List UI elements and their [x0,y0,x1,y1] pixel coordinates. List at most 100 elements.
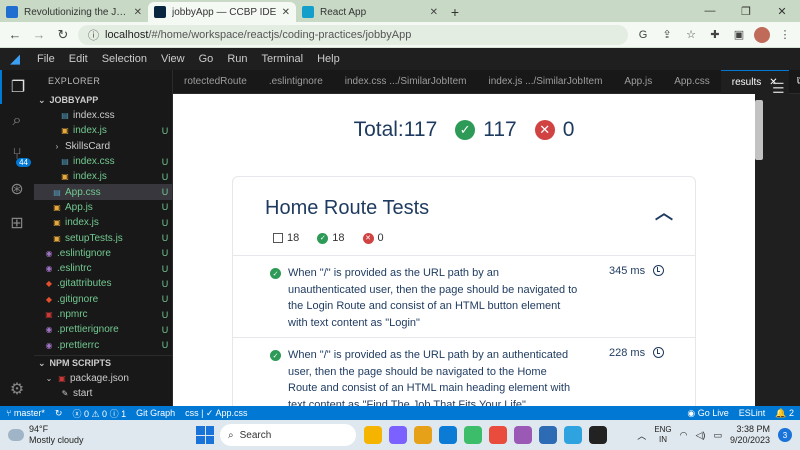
browser-tab-1[interactable]: jobbyApp — CCBP IDE ✕ [148,2,296,22]
file-row[interactable]: ▤ index.css U [34,154,172,169]
settings-gear-icon[interactable]: ⚙ [0,372,34,406]
project-section-header[interactable]: ⌄ JOBBYAPP [34,92,172,108]
editor-tab[interactable]: .eslintignore [258,70,334,94]
file-row[interactable]: ◉ .eslintignore U [34,246,172,261]
menu-help[interactable]: Help [310,53,347,65]
close-window-icon[interactable]: ✕ [764,0,800,22]
browser-tab-0[interactable]: Revolutionizing the Job Market | ✕ [0,2,148,22]
file-row[interactable]: ◉ .eslintrc U [34,261,172,276]
volume-icon[interactable]: ◁) [696,430,706,441]
notification-badge[interactable]: 3 [778,428,792,442]
file-row[interactable]: ▤ index.css [34,108,172,123]
taskbar-app-icon[interactable] [414,426,432,444]
back-icon[interactable]: ← [6,27,24,42]
google-icon[interactable]: G [634,29,652,41]
more-menu-icon[interactable]: ⋮ [776,28,794,41]
file-row[interactable]: ◉ .prettierrc U [34,337,172,352]
side-panel-icon[interactable]: ▣ [730,28,748,41]
menu-run[interactable]: Run [220,53,254,65]
menu-selection[interactable]: Selection [95,53,154,65]
extensions-icon[interactable]: ✚ [706,28,724,41]
taskbar-clock[interactable]: 3:38 PM 9/20/2023 [730,424,770,446]
taskbar-app-icon[interactable] [539,426,557,444]
weather-widget[interactable]: 94°F Mostly cloudy [0,424,150,446]
close-tab-icon[interactable]: ✕ [282,7,290,18]
eslint-status[interactable]: ESLint [739,408,766,419]
language-status[interactable]: css | ✓ App.css [185,408,247,419]
test-duration: 228 ms [609,347,646,359]
taskbar-app-icon[interactable] [514,426,532,444]
taskbar-search[interactable]: ⌕ Search [220,424,356,446]
reload-icon[interactable]: ↻ [54,27,72,43]
file-row[interactable]: › SkillsCard [34,139,172,154]
menu-edit[interactable]: Edit [62,53,95,65]
menu-go[interactable]: Go [192,53,221,65]
share-icon[interactable]: ⇪ [658,28,676,41]
windows-start-icon[interactable] [196,426,214,444]
taskbar-app-icon[interactable] [389,426,407,444]
run-debug-icon[interactable]: ⊛ [0,172,34,206]
file-row[interactable]: ◆ .gitignore U [34,292,172,307]
bookmark-star-icon[interactable]: ☆ [682,28,700,41]
split-editor-icon[interactable]: ⧉ [789,75,800,88]
site-info-icon[interactable]: ⓘ [88,27,99,43]
file-row[interactable]: ▣ index.js U [34,123,172,138]
taskbar-app-icon[interactable] [464,426,482,444]
editor-tab[interactable]: App.js [613,70,663,94]
file-row[interactable]: ▣ index.js U [34,169,172,184]
file-row[interactable]: ▣ App.js U [34,200,172,215]
file-row[interactable]: ▣ setupTests.js U [34,230,172,245]
menu-view[interactable]: View [154,53,192,65]
menu-terminal[interactable]: Terminal [255,53,311,65]
file-name: index.js [73,125,107,137]
file-row[interactable]: ▤ App.css U [34,184,172,200]
close-tab-icon[interactable]: ✕ [134,7,142,18]
branch-status[interactable]: ⑂ master* [6,408,45,418]
results-scrollbar[interactable] [755,100,763,160]
npm-scripts-header[interactable]: ⌄ NPM SCRIPTS [34,354,172,371]
browser-tab-2[interactable]: React App ✕ [296,2,444,22]
profile-avatar[interactable] [754,26,770,43]
problems-status[interactable]: ⓧ 0 ⚠ 0 ⓘ 1 [72,407,126,420]
npm-item-start[interactable]: ✎ start [34,386,172,401]
file-row[interactable]: ▣ .npmrc U [34,307,172,322]
taskbar-app-icon[interactable] [589,426,607,444]
source-control-icon[interactable]: ⑂ 44 [0,138,34,172]
toggle-panel-icon[interactable]: ☰ [772,80,785,97]
tray-chevron-icon[interactable]: ︿ [637,429,646,442]
taskbar-app-icon[interactable] [364,426,382,444]
file-row[interactable]: ▣ index.js U [34,215,172,230]
search-icon[interactable]: ⌕ [0,104,34,138]
git-graph-status[interactable]: Git Graph [136,408,175,418]
new-tab-button[interactable]: + [444,2,466,22]
url-input[interactable]: ⓘ localhost/#/home/workspace/reactjs/cod… [78,24,628,45]
battery-icon[interactable]: ▭ [713,430,722,441]
close-tab-icon[interactable]: ✕ [430,7,438,18]
editor-tab[interactable]: index.css .../SimilarJobItem [334,70,478,94]
file-name: .npmrc [57,309,88,320]
go-live-button[interactable]: ◉ Go Live [687,408,728,419]
file-row[interactable]: ◉ .prettierignore U [34,322,172,337]
restore-icon[interactable]: ❐ [728,0,764,22]
taskbar-app-icon[interactable] [564,426,582,444]
file-row[interactable]: ◆ .gitattributes U [34,276,172,291]
notifications-status[interactable]: 🔔 2 [775,408,794,419]
menu-file[interactable]: File [30,53,62,65]
taskbar-app-icon[interactable] [439,426,457,444]
explorer-files-icon[interactable]: ❐ [0,70,34,104]
file-name: .eslintrc [57,263,92,275]
editor-tab[interactable]: App.css [663,70,721,94]
extensions-blocks-icon[interactable]: ⊞ [0,206,34,240]
npm-file-icon: ▣ [45,310,53,319]
language-indicator[interactable]: ENG IN [654,425,671,445]
editor-tab[interactable]: index.js .../SimilarJobItem [477,70,613,94]
test-row: ✓ When "/" is provided as the URL path b… [233,255,695,337]
forward-icon[interactable]: → [30,27,48,42]
npm-item-package-json[interactable]: ⌄ ▣ package.json [34,371,172,386]
taskbar-app-icon[interactable] [489,426,507,444]
sync-icon[interactable]: ↻ [55,408,63,419]
wifi-icon[interactable]: ◠ [680,430,688,441]
minimize-icon[interactable]: — [692,0,728,22]
editor-tab[interactable]: rotectedRoute [173,70,258,94]
chevron-up-icon[interactable]: ︿ [655,199,673,225]
